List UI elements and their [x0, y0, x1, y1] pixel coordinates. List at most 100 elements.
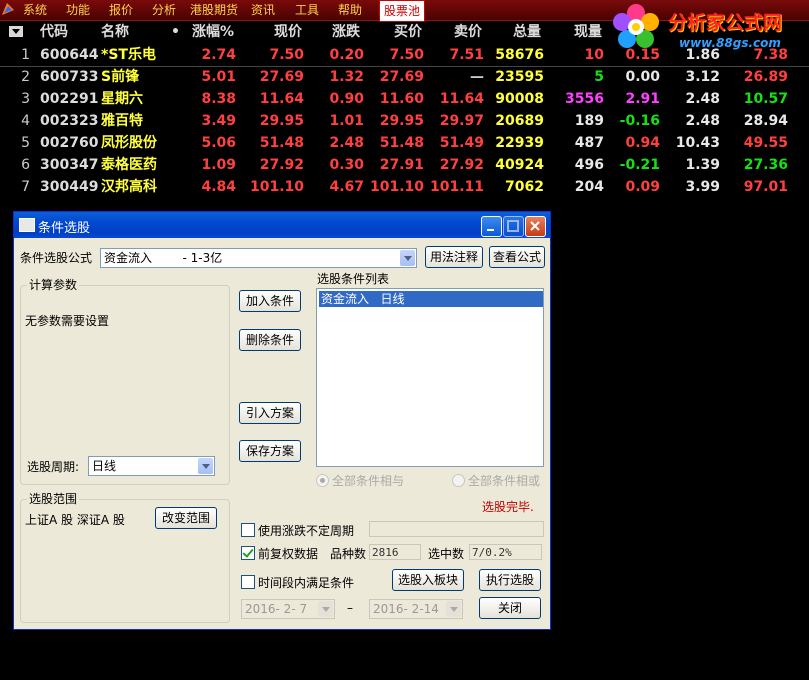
cell-ask: 101.11	[429, 179, 484, 195]
change-range-button[interactable]: 改变范围	[155, 507, 217, 529]
table-row[interactable]: 6 300347 泰格医药 1.09 27.92 0.30 27.91 27.92 40924 4…	[0, 154, 809, 176]
uncertain-period-checkbox[interactable]	[241, 523, 255, 537]
minimize-button[interactable]	[481, 216, 502, 237]
cell-ask: 27.92	[439, 157, 484, 173]
progress-bar	[369, 521, 544, 537]
col-header-change[interactable]: 涨跌	[332, 22, 360, 42]
col-header-code[interactable]: 代码	[40, 22, 68, 42]
col-header-ask[interactable]: 卖价	[454, 22, 482, 42]
table-row[interactable]: 2 600733 S前锋 5.01 27.69 1.32 27.69 — 23595 5 0.00 3…	[0, 66, 809, 88]
col-header-name[interactable]: 名称	[101, 22, 129, 42]
delete-condition-button[interactable]: 删除条件	[239, 329, 301, 351]
minimize-icon	[487, 229, 494, 231]
cell-change: 0.30	[329, 157, 364, 173]
menu-help[interactable]: 帮助	[338, 3, 362, 17]
cell-change: 4.67	[329, 179, 364, 195]
date-separator: –	[347, 601, 353, 615]
dialog-title: 条件选股	[38, 221, 91, 236]
cell-col11: 0.00	[625, 69, 660, 85]
table-row[interactable]: 3 002291 星期六 8.38 11.64 0.90 11.60 11.64 90008 35…	[0, 88, 809, 110]
table-row[interactable]: 1 600644 *ST乐电 2.74 7.50 0.20 7.50 7.51 58676 10 0…	[0, 44, 809, 67]
stock-screener-dialog: 条件选股 条件选股公式 资金流入 - 1-3亿 用法注释 查看公式 计算参数 无…	[13, 211, 551, 630]
col-header-price[interactable]: 现价	[274, 22, 302, 42]
cell-change: 2.48	[329, 135, 364, 151]
col-header-bid[interactable]: 买价	[394, 22, 422, 42]
cell-col13: 28.94	[743, 113, 788, 129]
count-label: 品种数	[330, 547, 367, 561]
cell-col11: 0.94	[625, 135, 660, 151]
menu-stock-pool[interactable]: 股票池	[379, 0, 426, 22]
cell-code: 300347	[40, 157, 99, 173]
chevron-down-icon[interactable]	[198, 458, 213, 474]
cell-col13: 49.55	[743, 135, 788, 151]
period-select[interactable]: 日线	[88, 456, 215, 476]
table-row[interactable]: 4 002323 雅百特 3.49 29.95 1.01 29.95 29.97 20689 18…	[0, 110, 809, 132]
cell-pct: 8.38	[201, 91, 236, 107]
col-header-pct[interactable]: 涨幅%	[192, 22, 234, 42]
condition-list-title: 选股条件列表	[317, 272, 390, 286]
cell-pct: 5.06	[201, 135, 236, 151]
date-from-picker[interactable]: 2016- 2- 7	[241, 599, 335, 619]
cell-volume: 20689	[495, 113, 544, 129]
cell-change: 0.90	[329, 91, 364, 107]
date-from-value: 2016- 2- 7	[245, 602, 308, 616]
menu-analysis[interactable]: 分析	[152, 3, 176, 17]
cell-name: 星期六	[101, 91, 143, 107]
cell-ask: 7.51	[449, 47, 484, 63]
cell-col11: -0.16	[619, 113, 660, 129]
save-plan-button[interactable]: 保存方案	[239, 440, 301, 462]
table-row[interactable]: 7 300449 汉邦高科 4.84 101.10 4.67 101.10 101.11 706…	[0, 176, 809, 198]
cell-current-vol: 189	[574, 113, 604, 129]
execute-button[interactable]: 执行选股	[479, 569, 541, 591]
formula-label: 条件选股公式	[20, 251, 93, 265]
forward-adjust-checkbox[interactable]	[241, 546, 255, 560]
cell-volume: 23595	[495, 69, 544, 85]
cell-current-vol: 496	[574, 157, 604, 173]
add-condition-button[interactable]: 加入条件	[239, 290, 301, 312]
dialog-titlebar[interactable]: 条件选股	[14, 212, 550, 238]
chevron-down-icon[interactable]	[318, 601, 333, 617]
cell-name: 汉邦高科	[101, 179, 157, 195]
cell-col13: 7.38	[753, 47, 788, 63]
col-header-volume[interactable]: 总量	[513, 22, 541, 42]
formula-select[interactable]: 资金流入 - 1-3亿	[100, 248, 417, 268]
radio-and[interactable]	[316, 474, 329, 487]
sort-dropdown-icon[interactable]	[9, 26, 23, 37]
menu-hk-futures[interactable]: 港股期货	[190, 3, 238, 17]
range-text: 上证A 股 深证A 股	[25, 513, 125, 527]
time-range-checkbox[interactable]	[241, 575, 255, 589]
selected-label: 选中数	[428, 547, 465, 561]
formula-value: 资金流入 - 1-3亿	[104, 251, 223, 265]
cell-name: 泰格医药	[101, 157, 157, 173]
col-header-dot: •	[171, 24, 180, 40]
chevron-down-icon[interactable]	[446, 601, 461, 617]
cell-current-vol: 204	[574, 179, 604, 195]
list-item[interactable]: 资金流入 日线	[319, 291, 543, 307]
cell-ask: 51.49	[439, 135, 484, 151]
cell-index: 2	[21, 69, 30, 85]
chevron-down-icon[interactable]	[400, 250, 415, 266]
date-to-picker[interactable]: 2016- 2-14	[369, 599, 463, 619]
cell-name: *ST乐电	[101, 47, 156, 63]
close-window-button[interactable]	[525, 216, 546, 237]
condition-list[interactable]: 资金流入 日线	[316, 288, 544, 467]
col-header-current-vol[interactable]: 现量	[574, 22, 602, 42]
to-block-button[interactable]: 选股入板块	[392, 569, 464, 591]
menu-news[interactable]: 资讯	[251, 3, 275, 17]
cell-code: 002760	[40, 135, 99, 151]
cell-bid: 11.60	[379, 91, 424, 107]
menu-function[interactable]: 功能	[66, 3, 90, 17]
menu-quote[interactable]: 报价	[109, 3, 133, 17]
maximize-button[interactable]	[503, 216, 524, 237]
cell-pct: 2.74	[201, 47, 236, 63]
app-logo-icon	[2, 3, 14, 15]
menu-system[interactable]: 系统	[23, 3, 47, 17]
import-plan-button[interactable]: 引入方案	[239, 402, 301, 424]
cell-ask: —	[470, 69, 484, 85]
menu-tools[interactable]: 工具	[295, 3, 319, 17]
radio-or[interactable]	[452, 474, 465, 487]
usage-notes-button[interactable]: 用法注释	[425, 246, 483, 268]
view-formula-button[interactable]: 查看公式	[489, 246, 545, 268]
table-row[interactable]: 5 002760 凤形股份 5.06 51.48 2.48 51.48 51.49 22939 4…	[0, 132, 809, 154]
close-button[interactable]: 关闭	[479, 597, 541, 619]
